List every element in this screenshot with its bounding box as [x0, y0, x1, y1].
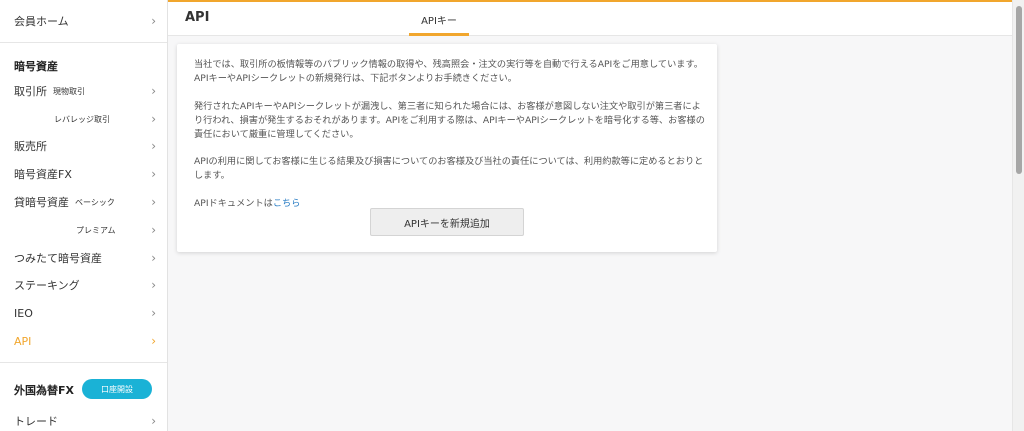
chevron-right-icon: › [151, 195, 156, 209]
active-tab-indicator [409, 33, 469, 36]
sidebar-item-member-home[interactable]: 会員ホーム › [0, 7, 167, 35]
page-title: API [185, 10, 210, 25]
chevron-right-icon: › [151, 414, 156, 428]
sidebar-item-label: トレード [14, 415, 58, 428]
sidebar: 会員ホーム › 暗号資産 取引所 現物取引 › レバレッジ取引 › 販売所 › … [0, 0, 168, 431]
sidebar-item-label: 貸暗号資産 [14, 196, 69, 209]
sidebar-item-label: つみたて暗号資産 [14, 252, 102, 265]
chevron-right-icon: › [151, 84, 156, 98]
sidebar-item-label: ステーキング [14, 279, 80, 292]
sidebar-item-staking[interactable]: ステーキング › [0, 271, 167, 299]
tab-api-key[interactable]: APIキー [408, 2, 470, 36]
sidebar-item-sublabel: ベーシック [75, 197, 115, 207]
sidebar-item-trade[interactable]: トレード › [0, 407, 167, 431]
chevron-right-icon: › [151, 251, 156, 265]
chevron-right-icon: › [151, 306, 156, 320]
open-account-button[interactable]: 口座開設 [82, 379, 152, 399]
api-doc-prefix: APIドキュメントは [194, 198, 273, 209]
api-doc-line: APIドキュメントはこちら [194, 195, 300, 209]
sidebar-item-label: 暗号資産FX [14, 168, 72, 181]
sidebar-item-sublabel: レバレッジ取引 [54, 114, 110, 124]
sidebar-item-lending-premium[interactable]: プレミアム › [0, 216, 167, 244]
sidebar-item-label: API [14, 334, 32, 348]
chevron-right-icon: › [151, 112, 156, 126]
divider [0, 42, 167, 43]
divider [0, 362, 167, 363]
sidebar-item-api[interactable]: API › [0, 327, 167, 355]
chevron-right-icon: › [151, 278, 156, 292]
sidebar-item-label: 会員ホーム [14, 15, 69, 28]
scrollbar-thumb[interactable] [1016, 6, 1022, 174]
api-info-card: 当社では、取引所の板情報等のパブリック情報の取得や、残高照会・注文の実行等を自動… [177, 44, 717, 252]
warning-text: 発行されたAPIキーやAPIシークレットが漏洩し、第三者に知られた場合には、お客… [194, 101, 705, 140]
api-doc-link[interactable]: こちら [273, 198, 301, 209]
intro-text: 当社では、取引所の板情報等のパブリック情報の取得や、残高照会・注文の実行等を自動… [194, 59, 703, 84]
sidebar-item-label: 取引所 [14, 85, 47, 98]
sidebar-item-label: IEO [14, 306, 33, 320]
sidebar-item-crypto-fx[interactable]: 暗号資産FX › [0, 160, 167, 188]
section-title-fx: 外国為替FX [14, 384, 74, 397]
section-title-crypto: 暗号資産 [14, 60, 58, 73]
sidebar-item-sublabel: プレミアム [76, 225, 116, 235]
sidebar-item-sales[interactable]: 販売所 › [0, 132, 167, 160]
sidebar-item-exchange-spot[interactable]: 取引所 現物取引 › [0, 77, 167, 105]
chevron-right-icon: › [151, 167, 156, 181]
sidebar-item-sublabel: 現物取引 [53, 86, 85, 96]
chevron-right-icon: › [151, 334, 156, 348]
sidebar-item-lending-basic[interactable]: 貸暗号資産 ベーシック › [0, 188, 167, 216]
add-api-key-button[interactable]: APIキーを新規追加 [370, 208, 524, 236]
chevron-right-icon: › [151, 139, 156, 153]
sidebar-item-ieo[interactable]: IEO › [0, 299, 167, 327]
sidebar-item-exchange-leverage[interactable]: レバレッジ取引 › [0, 105, 167, 133]
chevron-right-icon: › [151, 223, 156, 237]
page-header: API APIキー [168, 2, 1012, 36]
chevron-right-icon: › [151, 14, 156, 28]
page-scrollbar[interactable] [1012, 0, 1024, 431]
terms-text: APIの利用に関してお客様に生じる結果及び損害についてのお客様及び当社の責任につ… [194, 156, 704, 181]
sidebar-item-tsumitate[interactable]: つみたて暗号資産 › [0, 244, 167, 272]
sidebar-item-label: 販売所 [14, 140, 47, 153]
